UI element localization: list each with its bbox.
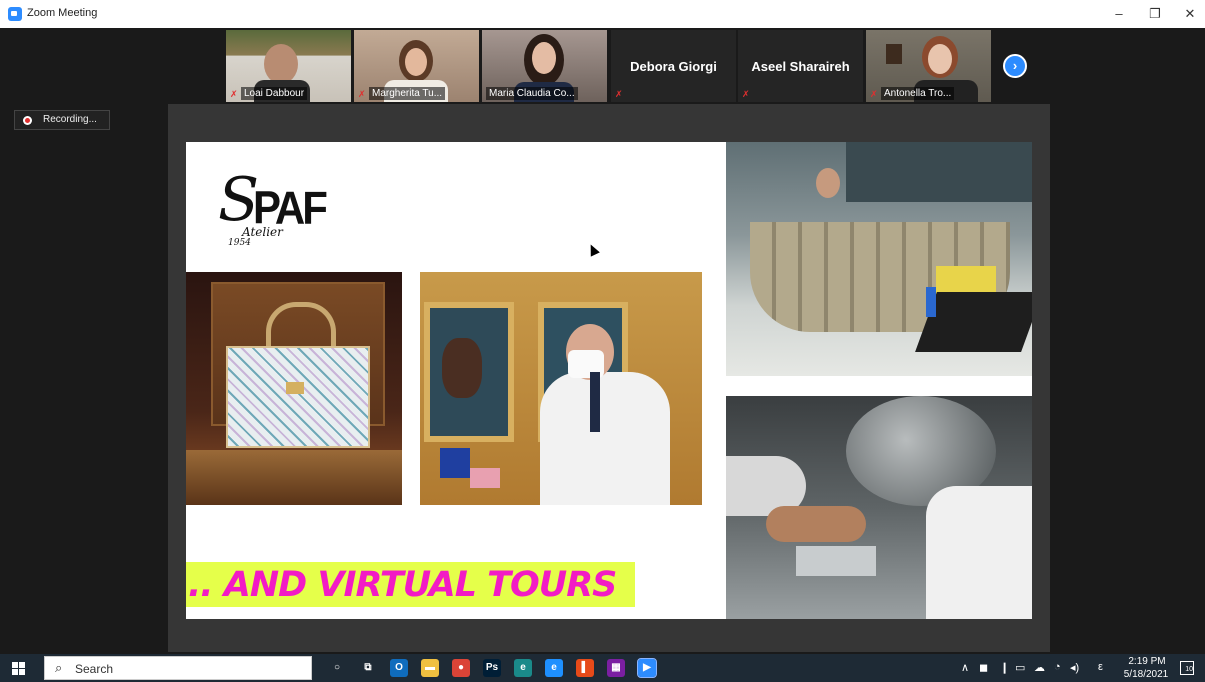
photoshop-icon[interactable]: Ps xyxy=(483,659,501,677)
language-icon[interactable]: ε xyxy=(1098,661,1103,673)
windows-taskbar: ⌕ Search ○ ⧉ O ▬ ● Ps e e ▌ ▦ ▶ ∧ ◼ ❙ ▭ ☁ ◔ ◂) ε 2… xyxy=(0,654,1205,682)
participant-tile-active-speaker[interactable]: Maria Claudia Co... xyxy=(482,30,607,102)
file-explorer-icon[interactable]: ▬ xyxy=(421,659,439,677)
chrome-icon[interactable]: ● xyxy=(452,659,470,677)
window-title: Zoom Meeting xyxy=(27,7,98,19)
participant-tile[interactable]: Debora Giorgi ✗ xyxy=(611,30,736,102)
microphone-icon[interactable]: ❙ xyxy=(1000,661,1009,674)
onedrive-icon[interactable]: ☁ xyxy=(1034,661,1045,674)
record-dot-icon xyxy=(23,116,32,125)
participant-name: Margherita Tu... xyxy=(369,87,446,100)
zoom-logo-icon xyxy=(8,7,22,21)
participant-name: Antonella Tro... xyxy=(881,87,955,100)
notification-center-icon[interactable]: 10 xyxy=(1180,661,1194,675)
muted-mic-icon: ✗ xyxy=(615,89,623,99)
clock-time[interactable]: 2:19 PM xyxy=(1127,656,1167,667)
app-icon[interactable]: ▦ xyxy=(607,659,625,677)
tray-app-icon[interactable]: ◼ xyxy=(979,661,988,674)
muted-mic-icon: ✗ xyxy=(230,89,238,99)
muted-mic-icon: ✗ xyxy=(742,89,750,99)
participant-name: Aseel Sharaireh xyxy=(751,59,850,74)
restore-button[interactable]: ❐ xyxy=(1143,4,1167,24)
ie-icon[interactable]: e xyxy=(545,659,563,677)
workshop-bags-photo xyxy=(726,142,1032,376)
slide-tagline: .. AND VIRTUAL TOURS xyxy=(186,562,635,607)
edge-icon[interactable]: e xyxy=(514,659,532,677)
participant-name: Loai Dabbour xyxy=(241,87,308,100)
participant-name: Debora Giorgi xyxy=(630,59,717,74)
office-icon[interactable]: ▌ xyxy=(576,659,594,677)
muted-mic-icon: ✗ xyxy=(870,89,878,99)
tray-overflow-icon[interactable]: ∧ xyxy=(961,661,969,674)
handbag-photo xyxy=(186,272,402,505)
wifi-icon[interactable]: ◔ xyxy=(1054,661,1061,673)
artisan-photo xyxy=(420,272,702,505)
clock-date[interactable]: 5/18/2021 xyxy=(1120,669,1172,680)
zoom-icon[interactable]: ▶ xyxy=(637,658,657,678)
recording-indicator[interactable]: Recording... xyxy=(14,110,110,130)
close-button[interactable]: ✕ xyxy=(1178,4,1202,24)
outlook-icon[interactable]: O xyxy=(390,659,408,677)
workshop-machine-photo xyxy=(726,396,1032,619)
presentation-slide: S PAF Atelier 1954 .. AND VIRTUAL TOURS xyxy=(186,142,1032,619)
cortana-icon[interactable]: ○ xyxy=(328,659,346,677)
battery-icon[interactable]: ▭ xyxy=(1015,661,1025,674)
recording-label: Recording... xyxy=(43,114,97,125)
title-bar: Zoom Meeting – ❐ ✕ xyxy=(0,0,1205,28)
participant-tile[interactable]: Aseel Sharaireh ✗ xyxy=(738,30,863,102)
search-icon: ⌕ xyxy=(55,660,63,675)
participant-tile[interactable]: ✗ Antonella Tro... xyxy=(866,30,991,102)
task-view-icon[interactable]: ⧉ xyxy=(359,659,377,677)
taskbar-search-input[interactable]: ⌕ Search xyxy=(44,656,312,680)
search-placeholder: Search xyxy=(75,662,114,676)
participant-tile[interactable]: ✗ Margherita Tu... xyxy=(354,30,479,102)
muted-mic-icon: ✗ xyxy=(358,89,366,99)
participant-name: Maria Claudia Co... xyxy=(486,87,578,100)
participant-tile[interactable]: ✗ Loai Dabbour xyxy=(226,30,351,102)
minimize-button[interactable]: – xyxy=(1107,4,1131,24)
next-participants-arrow-icon[interactable]: › xyxy=(1003,54,1027,78)
volume-icon[interactable]: ◂) xyxy=(1070,661,1079,674)
windows-start-icon[interactable] xyxy=(12,662,25,675)
